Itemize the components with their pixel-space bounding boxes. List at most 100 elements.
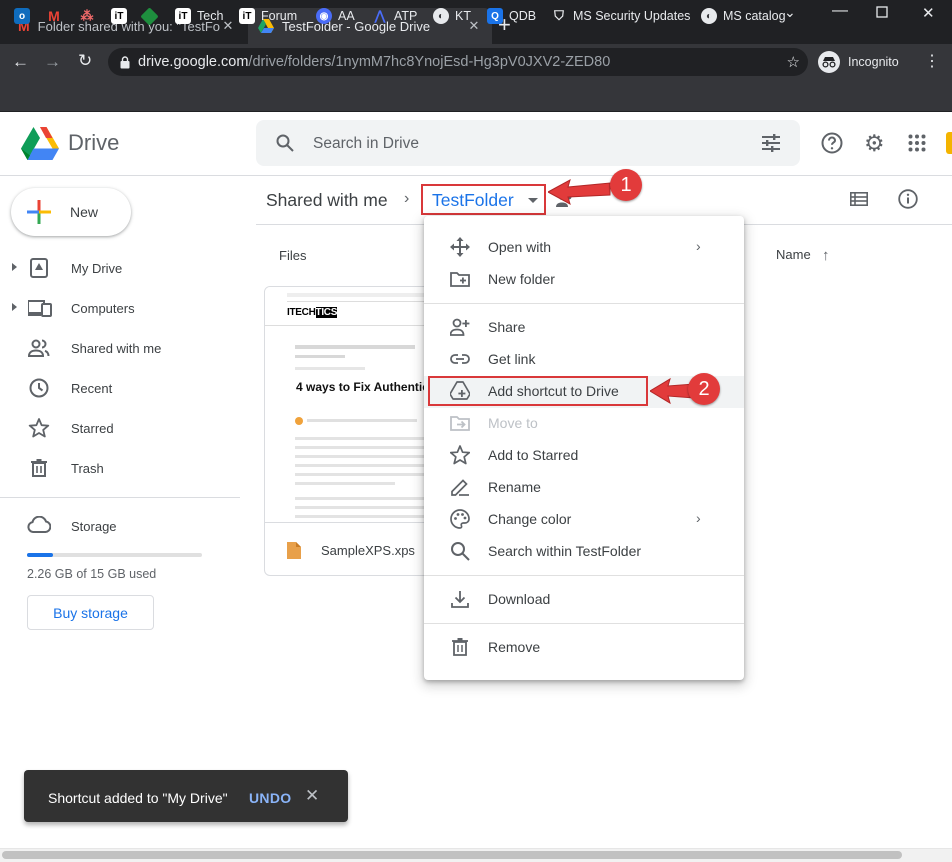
bookmark-star-icon[interactable]: ☆ (787, 53, 800, 71)
maximize-button[interactable] (876, 6, 888, 18)
expand-caret-icon[interactable] (12, 263, 17, 271)
apps-grid-icon[interactable] (908, 134, 926, 152)
bookmark-itechtics[interactable]: iT (111, 6, 133, 26)
minimize-button[interactable]: — (832, 2, 848, 20)
menu-item-get-link[interactable]: Get link (424, 343, 744, 375)
menu-item-change-color[interactable]: Change color › (424, 503, 744, 535)
storage-used-text: 2.26 GB of 15 GB used (27, 567, 157, 581)
window-close-button[interactable]: ✕ (922, 4, 935, 22)
menu-item-label: Get link (488, 351, 536, 367)
snackbar-message: Shortcut added to "My Drive" (48, 790, 228, 806)
file-thumbnail: ITECHTICS 4 ways to Fix Authentic when P… (265, 287, 443, 523)
forward-arrow-icon[interactable]: → (44, 52, 61, 72)
bookmarks-bar (0, 80, 952, 112)
menu-item-remove[interactable]: Remove (424, 631, 744, 663)
menu-item-new-folder[interactable]: New folder (424, 263, 744, 295)
bookmark-label: Tech (197, 9, 224, 23)
bookmark-asana[interactable]: ⁂ (79, 6, 101, 26)
undo-button[interactable]: UNDO (249, 790, 291, 806)
reload-icon[interactable]: ↻ (78, 51, 92, 71)
bookmark-aa[interactable]: ◉ AA (316, 6, 355, 26)
address-bar[interactable]: drive.google.com/drive/folders/1nymM7hc8… (108, 48, 808, 76)
storage-progress-fill (27, 553, 54, 557)
outlook-icon: o (14, 8, 30, 24)
sidebar-item-label: Shared with me (71, 341, 162, 356)
search-options-icon[interactable] (761, 134, 781, 152)
diamond-icon (140, 6, 159, 26)
new-button-label: New (70, 204, 99, 220)
sidebar-item-shared-with-me[interactable]: Shared with me (0, 332, 240, 364)
storage-label[interactable]: Storage (71, 519, 117, 534)
help-icon[interactable] (821, 132, 843, 154)
sidebar-item-starred[interactable]: Starred (0, 412, 240, 444)
sort-arrow-up-icon[interactable]: ↑ (822, 247, 830, 264)
search-input[interactable]: Search in Drive (313, 135, 419, 153)
star-icon (450, 445, 470, 465)
file-name[interactable]: SampleXPS.xps (321, 543, 415, 558)
scrollbar-thumb[interactable] (2, 851, 902, 859)
itechtics-icon: iT (111, 8, 127, 24)
close-icon[interactable]: ✕ (305, 786, 319, 806)
thumbnail-heading: 4 ways to Fix Authentic when PC wakes fr… (296, 380, 443, 394)
info-icon[interactable] (898, 189, 918, 209)
asana-icon: ⁂ (80, 8, 94, 23)
sidebar-item-recent[interactable]: Recent (0, 372, 240, 404)
menu-item-rename[interactable]: Rename (424, 471, 744, 503)
sidebar-item-my-drive[interactable]: My Drive (0, 252, 240, 284)
bookmark-outlook[interactable]: o (14, 6, 36, 26)
bookmark-green[interactable] (140, 6, 162, 26)
bookmark-label: AA (338, 9, 355, 23)
bookmark-forum[interactable]: iT Forum (239, 6, 297, 26)
bookmark-kt[interactable]: ◐ KT (433, 6, 471, 26)
cloud-icon (27, 516, 51, 534)
drive-logo-text[interactable]: Drive (68, 130, 119, 156)
menu-item-share[interactable]: Share (424, 311, 744, 343)
sidebar-item-computers[interactable]: Computers (0, 292, 240, 324)
my-drive-icon (28, 258, 50, 278)
bookmark-tech[interactable]: iT Tech (175, 6, 223, 26)
file-card[interactable]: ITECHTICS 4 ways to Fix Authentic when P… (264, 286, 444, 576)
star-icon (28, 418, 50, 438)
eye-icon: ◉ (316, 8, 332, 24)
menu-item-move-to[interactable]: Move to (424, 407, 744, 439)
bookmark-label: MS Security Updates (573, 9, 691, 23)
folder-dropdown-icon[interactable] (528, 198, 538, 203)
search-icon (450, 541, 470, 561)
breadcrumb-current-folder[interactable]: TestFolder (432, 190, 514, 211)
search-icon[interactable] (276, 134, 294, 152)
xps-file-icon (287, 542, 301, 559)
menu-item-add-to-starred[interactable]: Add to Starred (424, 439, 744, 471)
move-to-icon (450, 413, 470, 433)
buy-storage-button[interactable]: Buy storage (27, 595, 154, 630)
list-view-icon[interactable] (850, 192, 868, 206)
bookmark-qdb[interactable]: Q QDB (487, 6, 536, 26)
atp-icon: ⋀ (374, 8, 386, 23)
url-path: /drive/folders/1nymM7hc8YnojEsd-Hg3pV0JX… (248, 54, 611, 70)
trash-icon (28, 458, 50, 478)
bookmark-ms-catalog[interactable]: ◐ MS catalog (701, 6, 786, 26)
sidebar-item-trash[interactable]: Trash (0, 452, 240, 484)
submenu-chevron-icon: › (696, 238, 701, 254)
breadcrumb-shared-with-me[interactable]: Shared with me (266, 190, 388, 211)
breadcrumb-separator-icon: › (404, 190, 410, 207)
back-arrow-icon[interactable]: ← (12, 52, 29, 72)
account-avatar[interactable] (946, 132, 952, 154)
google-drive-logo-icon[interactable] (21, 127, 59, 160)
incognito-indicator[interactable]: Incognito (818, 48, 899, 76)
menu-item-open-with[interactable]: Open with › (424, 231, 744, 263)
bookmark-ms-security[interactable]: ⛉ MS Security Updates (551, 6, 690, 26)
menu-item-label: Search within TestFolder (488, 543, 642, 559)
sort-by-name-button[interactable]: Name (776, 247, 811, 262)
bookmark-gmail[interactable]: M (46, 6, 68, 26)
expand-caret-icon[interactable] (12, 303, 17, 311)
url-host: drive.google.com (138, 54, 249, 70)
bookmark-atp[interactable]: ⋀ ATP (372, 6, 418, 26)
settings-gear-icon[interactable]: ⚙ (864, 131, 885, 155)
callout-number-2: 2 (688, 373, 720, 405)
remove-icon (450, 637, 470, 657)
menu-item-download[interactable]: Download (424, 583, 744, 615)
sidebar-item-label: Trash (71, 461, 104, 476)
menu-item-search-within[interactable]: Search within TestFolder (424, 535, 744, 567)
bookmark-label: QDB (509, 9, 537, 23)
menu-kebab-icon[interactable]: ⋮ (924, 52, 940, 72)
